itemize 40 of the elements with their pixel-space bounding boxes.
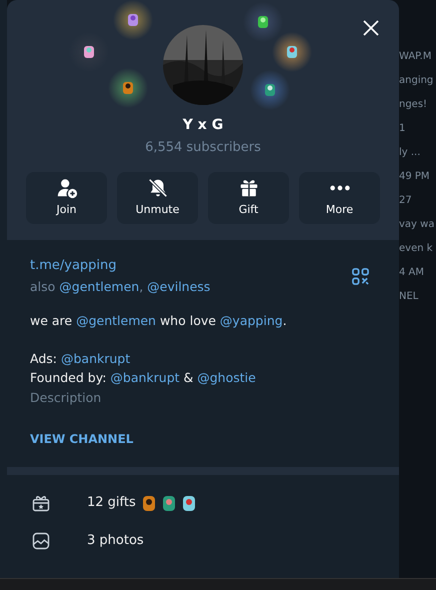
background-text: ly ...	[399, 146, 422, 160]
mention-link[interactable]: @gentlemen	[59, 278, 140, 294]
background-text: 4 AM	[399, 266, 426, 280]
background-text: NEL	[399, 290, 420, 304]
add-user-icon	[56, 176, 78, 199]
photo-icon	[31, 530, 51, 550]
description-line: we are @gentlemen who love @yapping.	[30, 312, 288, 330]
background-text: 1	[399, 122, 406, 136]
mention-link[interactable]: @ghostie	[197, 370, 256, 384]
background-text: 27	[399, 194, 413, 208]
background-text: even k	[399, 242, 434, 256]
description-line: Ads: @bankrupt	[30, 350, 132, 368]
action-button[interactable]: More	[299, 172, 380, 224]
subscriber-count: 6,554 subscribers	[145, 139, 261, 157]
mention-link[interactable]: @bankrupt	[60, 350, 130, 366]
channel-link[interactable]: t.me/yapping	[30, 256, 210, 276]
description-label: Description	[30, 388, 102, 407]
mention-link[interactable]: @bankrupt	[110, 370, 180, 384]
view-channel-button[interactable]: VIEW CHANNEL	[30, 430, 134, 448]
channel-title: Y x G	[182, 116, 224, 135]
mention-link[interactable]: @evilness	[147, 278, 210, 294]
background-text: WAP.M	[399, 50, 432, 64]
muted-bell-icon	[146, 176, 168, 199]
background-text: nges!	[399, 98, 428, 112]
description-line: also @gentlemen, @evilness	[30, 278, 210, 296]
more-icon	[330, 184, 350, 191]
background-text: anging	[399, 74, 434, 88]
close-icon	[361, 18, 381, 38]
action-button[interactable]: Join	[26, 172, 107, 224]
action-button[interactable]: Gift	[208, 172, 289, 224]
qr-code-icon[interactable]	[352, 268, 369, 284]
mention-link[interactable]: @yapping	[220, 312, 283, 328]
media-row-label[interactable]: 3 photos	[87, 530, 144, 550]
background-text: 49 PM	[399, 170, 431, 184]
close-button[interactable]	[361, 18, 381, 38]
action-button[interactable]: Unmute	[117, 172, 198, 224]
description-line: Founded by: @bankrupt & @ghostie	[30, 368, 257, 386]
mention-link[interactable]: @gentlemen	[76, 312, 156, 328]
background-text: vay wa	[399, 218, 436, 232]
media-row-label[interactable]: 12 gifts	[87, 492, 136, 512]
